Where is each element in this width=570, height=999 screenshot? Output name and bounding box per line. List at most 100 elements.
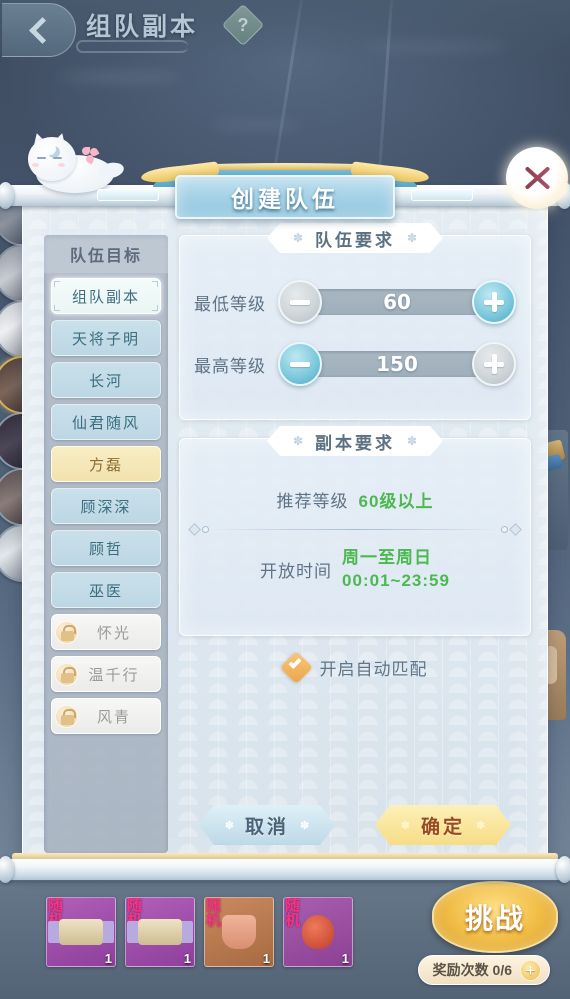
sidebar-item-fanglei[interactable]: 方磊 [51, 446, 161, 482]
recommended-level-label: 推荐等级 [276, 492, 349, 511]
amulet-item-icon [302, 915, 334, 949]
reward-card[interactable]: 随机 1 [125, 897, 195, 967]
dungeon-requirements-panel: ✽ 副本要求 ✽ 推荐等级 60级以上 开放时间 周一至周日 00:01~23:… [179, 426, 531, 636]
reward-count-badge[interactable]: 奖励次数 0/6 + [417, 955, 550, 985]
scroll-rod-trim [12, 853, 558, 859]
divider-dot-icon [501, 526, 508, 533]
page-title: 组队副本 [86, 12, 199, 41]
create-team-dialog: 队伍目标 组队副本 天将子明 长河 仙君随风 方磊 顾深深 顾哲 巫医 怀光 温… [0, 130, 570, 883]
max-level-plus-button[interactable] [472, 342, 516, 386]
sidebar-item-label: 方磊 [88, 455, 123, 474]
auto-match-checkbox[interactable] [279, 651, 313, 684]
corner-ornament-icon [54, 305, 60, 311]
cloud-wisp [60, 70, 180, 84]
reward-count: 1 [104, 951, 112, 966]
min-level-plus-button[interactable] [472, 280, 516, 324]
banner-wing [411, 189, 473, 201]
back-button[interactable] [2, 3, 76, 57]
dialog-title-plaque: 创建队伍 [175, 175, 395, 219]
reward-item-row: 随机 1 随机 1 随机 1 随机 1 [46, 897, 353, 967]
confirm-button-wrap: ✽ 确定 ✽ [373, 803, 513, 847]
sidebar-item-zuduifuben[interactable]: 组队副本 [51, 278, 161, 314]
sidebar-item-label: 温千行 [88, 665, 140, 684]
challenge-button[interactable]: 挑战 [432, 881, 558, 953]
dialog-actions: ✽ 取消 ✽ ✽ 确定 ✽ [179, 803, 531, 847]
divider-diamond-icon [188, 523, 201, 536]
open-time-days: 周一至周日 [342, 548, 433, 567]
pouch-item-icon [222, 915, 256, 949]
close-button[interactable] [506, 147, 568, 209]
sidebar-item-huaiguang[interactable]: 怀光 [51, 614, 161, 650]
max-level-minus-button[interactable] [278, 342, 322, 386]
back-chevron-icon [28, 16, 56, 44]
recommended-level-row: 推荐等级 60级以上 [180, 487, 530, 512]
sidebar-item-label: 仙君随风 [71, 413, 140, 432]
reward-count-label: 奖励次数 0/6 [432, 962, 512, 978]
sidebar-item-changhe[interactable]: 长河 [51, 362, 161, 398]
open-time-row: 开放时间 周一至周日 00:01~23:59 [180, 547, 530, 593]
reward-card[interactable]: 随机 1 [283, 897, 353, 967]
panel-title-text: 副本要求 [315, 433, 395, 454]
sidebar-item-wuyi[interactable]: 巫医 [51, 572, 161, 608]
sidebar-item-guzhe[interactable]: 顾哲 [51, 530, 161, 566]
sidebar-item-label: 怀光 [96, 623, 131, 642]
corner-ornament-icon [152, 305, 158, 311]
sidebar-item-xianjunsuifeng[interactable]: 仙君随风 [51, 404, 161, 440]
sidebar-item-tianjiangziming[interactable]: 天将子明 [51, 320, 161, 356]
sidebar-item-label: 长河 [88, 371, 123, 390]
help-button[interactable]: ? [221, 3, 265, 47]
sidebar-item-gushenshen[interactable]: 顾深深 [51, 488, 161, 524]
divider-dot-icon [202, 526, 209, 533]
max-level-label: 最高等级 [194, 356, 266, 377]
corner-ornament-icon [152, 281, 158, 287]
plus-icon [491, 354, 497, 374]
reward-count: 1 [341, 951, 349, 966]
lock-icon [55, 621, 78, 644]
reward-count: 1 [262, 951, 270, 966]
flower-decoration-icon [82, 146, 100, 165]
confirm-button[interactable]: ✽ 确定 ✽ [375, 805, 511, 845]
min-level-minus-button[interactable] [278, 280, 322, 324]
flower-ornament-icon: ✽ [407, 231, 418, 245]
plus-icon[interactable]: + [520, 959, 541, 981]
scroll-rod-cap [556, 856, 570, 883]
team-goal-sidebar: 队伍目标 组队副本 天将子明 长河 仙君随风 方磊 顾深深 顾哲 巫医 怀光 温… [44, 235, 168, 853]
min-level-row: 最低等级 60 [180, 280, 530, 324]
reward-tag: 随机 [206, 897, 222, 929]
open-time-hours: 00:01~23:59 [342, 570, 450, 590]
flower-ornament-icon: ✽ [476, 819, 486, 832]
flower-ornament-icon: ✽ [407, 434, 418, 448]
team-requirements-title: ✽ 队伍要求 ✽ [267, 223, 443, 253]
sidebar-item-fengqing[interactable]: 风青 [51, 698, 161, 734]
lock-icon [55, 663, 78, 686]
minus-icon [290, 299, 310, 305]
dungeon-requirements-title: ✽ 副本要求 ✽ [267, 426, 443, 456]
scroll-rod-bottom [0, 853, 570, 883]
scroll-item-icon [59, 919, 103, 945]
flower-ornament-icon: ✽ [292, 231, 303, 245]
panel-divider [188, 523, 522, 536]
reward-card[interactable]: 随机 1 [46, 897, 116, 967]
lock-icon [55, 705, 78, 728]
confirm-button-label: 确定 [420, 815, 465, 838]
help-icon: ? [237, 14, 249, 35]
scroll-rod-cap [0, 856, 14, 883]
dialog-body: 队伍目标 组队副本 天将子明 长河 仙君随风 方磊 顾深深 顾哲 巫医 怀光 温… [22, 196, 548, 868]
min-level-stepper: 60 [278, 280, 516, 324]
cancel-button[interactable]: ✽ 取消 ✽ [199, 805, 335, 845]
challenge-label: 挑战 [464, 902, 525, 935]
open-time-value: 周一至周日 00:01~23:59 [342, 547, 450, 593]
recommended-level-value: 60级以上 [358, 492, 434, 511]
cancel-button-label: 取消 [244, 815, 289, 838]
reward-card[interactable]: 随机 1 [204, 897, 274, 967]
auto-match-checkbox-row[interactable]: 开启自动匹配 [179, 651, 531, 684]
flower-ornament-icon: ✽ [292, 434, 303, 448]
max-level-row: 最高等级 150 [180, 342, 530, 386]
flower-ornament-icon: ✽ [224, 819, 234, 832]
flower-ornament-icon: ✽ [400, 819, 410, 832]
sidebar-item-label: 风青 [96, 707, 131, 726]
sidebar-item-wenqianxing[interactable]: 温千行 [51, 656, 161, 692]
auto-match-label: 开启自动匹配 [319, 660, 428, 679]
scroll-item-icon [138, 919, 182, 945]
min-level-label: 最低等级 [194, 294, 266, 315]
